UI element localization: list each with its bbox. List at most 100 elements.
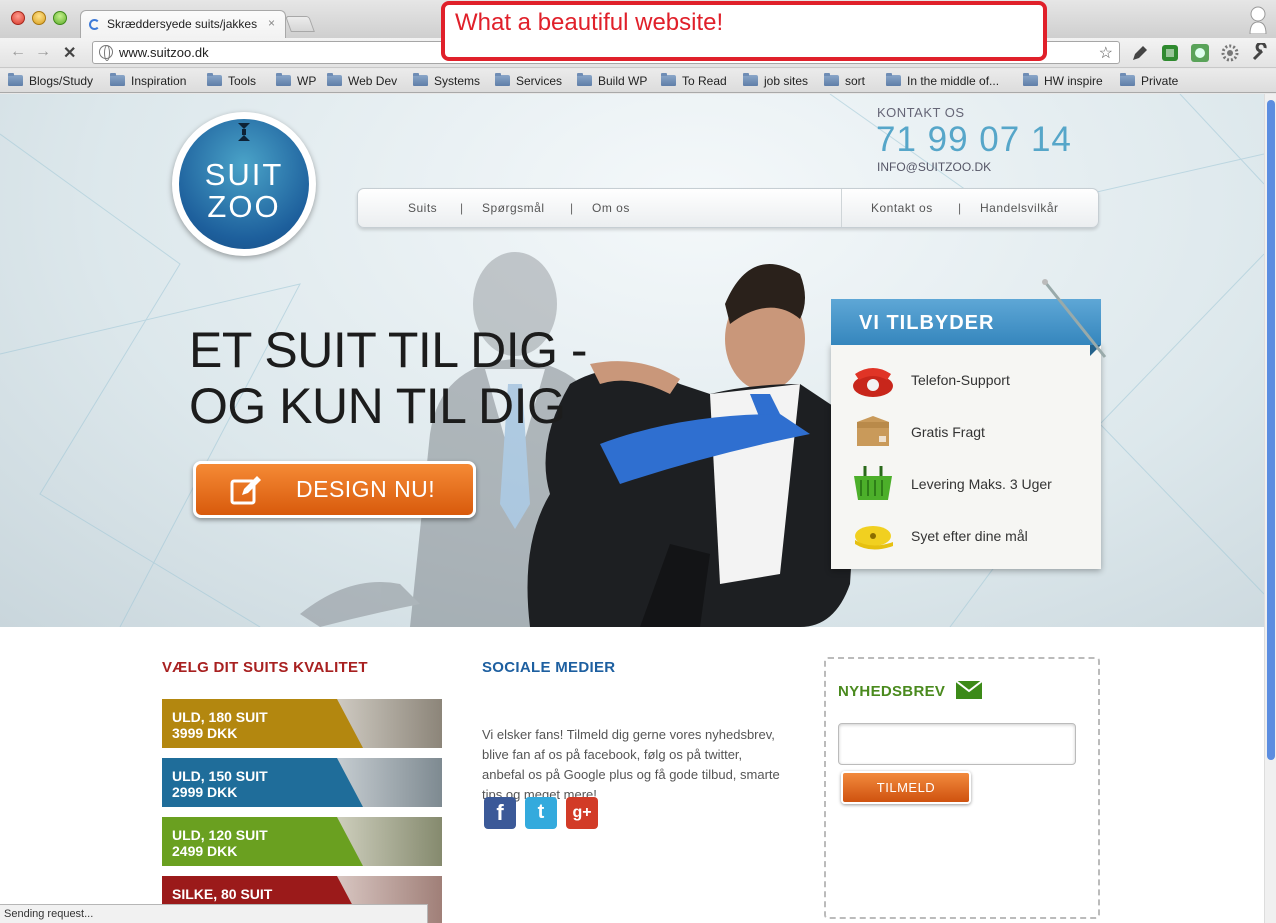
bookmark-folder[interactable]: Blogs/Study	[8, 73, 93, 88]
offer-item: Gratis Fragt	[851, 412, 1081, 452]
nav-separator: |	[570, 201, 574, 215]
bookmark-folder[interactable]: To Read	[661, 73, 727, 88]
vertical-scrollbar[interactable]	[1264, 94, 1276, 923]
bookmark-folder[interactable]: WP	[276, 73, 316, 88]
quality-name: ULD, 150 SUIT	[172, 768, 268, 784]
stop-loading-icon[interactable]: ✕	[63, 43, 76, 63]
bow-tie-icon	[238, 123, 250, 141]
logo-text-suit: SUIT	[204, 157, 284, 192]
nav-item-om-os[interactable]: Om os	[592, 201, 630, 215]
main-navigation: Suits | Spørgsmål | Om os Kontakt os | H…	[357, 188, 1099, 228]
url-text[interactable]: www.suitzoo.dk	[119, 45, 209, 60]
twitter-icon[interactable]: t	[525, 797, 557, 829]
social-description: Vi elsker fans! Tilmeld dig gerne vores …	[482, 727, 780, 802]
bookmark-star-icon[interactable]: ☆	[1099, 43, 1113, 63]
headline-line-1: ET SUIT TIL DIG -	[189, 322, 588, 378]
offer-item-label: Telefon-Support	[911, 372, 1010, 388]
quality-option-uld-120[interactable]: ULD, 120 SUIT 2499 DKK	[162, 817, 442, 866]
quality-name: SILKE, 80 SUIT	[172, 886, 273, 902]
telephone-icon	[853, 368, 893, 397]
evernote-icon[interactable]	[1190, 43, 1210, 63]
bookmark-folder[interactable]: In the middle of...	[886, 73, 999, 88]
hero-headline: ET SUIT TIL DIG - OG KUN TIL DIG	[189, 322, 588, 434]
annotation-text: What a beautiful website!	[455, 9, 724, 36]
status-bar: Sending request...	[0, 904, 428, 923]
newsletter-email-input[interactable]	[838, 723, 1076, 765]
quality-price: 2999 DKK	[172, 784, 238, 800]
settings-gear-icon[interactable]	[1220, 43, 1240, 63]
folder-icon	[495, 73, 510, 86]
bookmark-folder[interactable]: sort	[824, 73, 865, 88]
suitzoo-logo[interactable]: SUIT ZOO	[172, 112, 316, 256]
hero-section: SUIT ZOO KONTAKT OS 71 99 07 14 INFO@SUI…	[0, 94, 1264, 627]
web-page: SUIT ZOO KONTAKT OS 71 99 07 14 INFO@SUI…	[0, 94, 1264, 923]
browser-tab[interactable]: Skræddersyede suits/jakkesæt ×	[80, 10, 286, 38]
contact-label: KONTAKT OS	[877, 105, 965, 120]
nav-item-suits[interactable]: Suits	[408, 201, 437, 215]
zoom-window-button[interactable]	[53, 11, 67, 25]
offer-item-label: Syet efter dine mål	[911, 528, 1028, 544]
bookmark-folder[interactable]: Private	[1120, 73, 1178, 88]
evernote-web-clipper-icon[interactable]	[1160, 43, 1180, 63]
nav-item-kontakt-os[interactable]: Kontakt os	[871, 201, 933, 215]
offer-item: Telefon-Support	[851, 360, 1081, 400]
subscribe-button[interactable]: TILMELD	[841, 771, 971, 804]
offer-item: Levering Maks. 3 Uger	[851, 464, 1081, 504]
folder-icon	[661, 73, 676, 86]
bookmark-folder[interactable]: HW inspire	[1023, 73, 1103, 88]
minimize-window-button[interactable]	[32, 11, 46, 25]
quality-price: 2499 DKK	[172, 843, 238, 859]
tab-close-icon[interactable]: ×	[268, 16, 275, 30]
envelope-icon	[956, 681, 982, 699]
folder-icon	[824, 73, 839, 86]
wrench-menu-icon[interactable]	[1250, 43, 1270, 63]
bookmark-folder[interactable]: job sites	[743, 73, 808, 88]
new-tab-button[interactable]	[285, 16, 315, 32]
bookmark-folder[interactable]: Build WP	[577, 73, 647, 88]
scrollbar-thumb[interactable]	[1267, 100, 1275, 760]
folder-icon	[207, 73, 222, 86]
pen-extension-icon[interactable]	[1130, 43, 1150, 63]
folder-icon	[577, 73, 592, 86]
nav-separator: |	[958, 201, 962, 215]
contact-phone[interactable]: 71 99 07 14	[876, 120, 1072, 160]
facebook-icon[interactable]: f	[484, 797, 516, 829]
annotation-callout: What a beautiful website!	[441, 1, 1047, 61]
offer-title: VI TILBYDER	[859, 312, 995, 334]
hero-man-illustration	[300, 252, 860, 627]
extension-icons	[1130, 43, 1270, 63]
back-arrow-icon[interactable]: ←	[10, 43, 26, 61]
basket-icon	[854, 466, 892, 500]
browser-window: Skræddersyede suits/jakkesæt × ← → ✕ www…	[0, 0, 1276, 923]
folder-icon	[1120, 73, 1135, 86]
folder-icon	[276, 73, 291, 86]
bookmark-folder[interactable]: Web Dev	[327, 73, 397, 88]
design-now-button[interactable]: DESIGN NU!	[193, 461, 476, 518]
offer-item-label: Levering Maks. 3 Uger	[911, 476, 1052, 492]
close-window-button[interactable]	[11, 11, 25, 25]
bookmark-folder[interactable]: Inspiration	[110, 73, 186, 88]
quality-option-uld-180[interactable]: ULD, 180 SUIT 3999 DKK	[162, 699, 442, 748]
folder-icon	[886, 73, 901, 86]
headline-line-2: OG KUN TIL DIG	[189, 378, 566, 434]
lower-section: VÆLG DIT SUITS KVALITET ULD, 180 SUIT 39…	[0, 627, 1264, 923]
profile-icon[interactable]	[1248, 4, 1268, 34]
quality-name: ULD, 120 SUIT	[172, 827, 268, 843]
bookmark-folder[interactable]: Tools	[207, 73, 256, 88]
offer-item-label: Gratis Fragt	[911, 424, 985, 440]
folder-icon	[8, 73, 23, 86]
box-icon	[857, 416, 889, 446]
offer-item: Syet efter dine mål	[851, 516, 1081, 556]
quality-option-uld-150[interactable]: ULD, 150 SUIT 2999 DKK	[162, 758, 442, 807]
pin-icon	[1042, 279, 1107, 358]
folder-icon	[1023, 73, 1038, 86]
bookmarks-bar: Blogs/Study Inspiration Tools WP Web Dev…	[0, 69, 1276, 93]
bookmark-folder[interactable]: Services	[495, 73, 562, 88]
contact-email[interactable]: INFO@SUITZOO.DK	[877, 160, 991, 174]
google-plus-icon[interactable]: g+	[566, 797, 598, 829]
bookmark-folder[interactable]: Systems	[413, 73, 480, 88]
logo-badge: SUIT ZOO	[179, 119, 309, 249]
nav-item-handelsvilkar[interactable]: Handelsvilkår	[980, 201, 1059, 215]
forward-arrow-icon[interactable]: →	[35, 43, 51, 61]
nav-item-sporgsmal[interactable]: Spørgsmål	[482, 201, 545, 215]
